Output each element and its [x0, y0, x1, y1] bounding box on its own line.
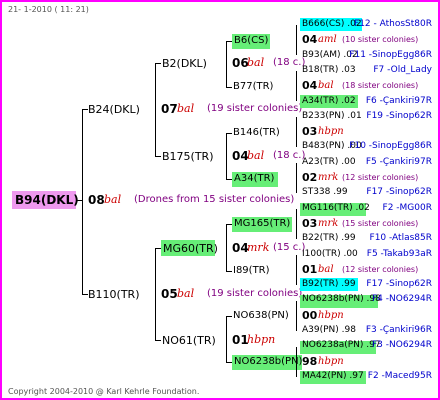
g2-d-code[interactable]: NO61(TR)	[162, 335, 216, 346]
g4-code-9[interactable]: A23(TR) .00	[302, 157, 356, 167]
g4-year-7: 03	[302, 125, 318, 139]
root-code[interactable]: B94(DKL)	[15, 194, 79, 206]
g1-top-code[interactable]: B24(DKL)	[88, 104, 140, 115]
g3-0-code[interactable]: B6(CS)	[234, 36, 268, 46]
g4-bal-10: mrk	[318, 172, 339, 183]
copyright-footer: Copyright 2004-2010 @ Karl Kehrle Founda…	[8, 387, 200, 396]
g3-4-code[interactable]: MG165(TR)	[234, 219, 290, 229]
g4-origin-18: F4 -NO6294R	[372, 294, 432, 305]
g3-7-code[interactable]: NO6238b(PN)	[234, 357, 302, 367]
g4-code-12[interactable]: MG116(TR) .02	[302, 203, 370, 213]
g3-3-code[interactable]: A34(TR)	[234, 174, 274, 184]
g4-origin-17: F17 -Sinop62R	[366, 279, 432, 290]
g4-code-20[interactable]: A39(PN) .98	[302, 326, 356, 335]
g4-year-13: 03	[302, 216, 318, 230]
g4-code-5[interactable]: A34(TR) .02	[302, 96, 356, 106]
g4-code-23[interactable]: MA42(PN) .97	[302, 371, 364, 381]
g2-a-note: (18 c.)	[273, 57, 306, 68]
g4-code-6[interactable]: B233(PN) .01	[302, 111, 362, 121]
pedigree-frame: 21- 1-2010 ( 11: 21) Copyright 2004-2010…	[0, 0, 440, 400]
g4-origin-14: F10 -Atlas85R	[369, 233, 432, 244]
g4-origin-15: F5 -Takab93aR	[366, 248, 432, 259]
g4-bal-19: hbpn	[318, 309, 344, 321]
g4-note-1: (10 sister colonies)	[342, 35, 419, 45]
g4-origin-23: F2 -Maced95R	[367, 370, 432, 381]
g4-code-11[interactable]: ST338 .99	[302, 188, 348, 197]
g2-c-code[interactable]: MG60(TR)	[163, 243, 218, 254]
g2-c-note: (15 c.)	[273, 242, 306, 253]
g4-origin-12: F2 -MG00R	[382, 202, 432, 213]
g3-2-code[interactable]: B146(TR)	[233, 128, 280, 138]
g4-origin-8: F10 -SinopEgg86R	[349, 141, 432, 152]
g4-code-18[interactable]: NO6238b(PN) .98	[302, 295, 381, 304]
g3-6-code[interactable]: NO638(PN)	[233, 311, 289, 321]
g4-bal-16: bal	[318, 263, 334, 275]
g2-a-bal: bal	[247, 56, 265, 69]
g1-top-bal: bal	[177, 102, 195, 115]
date-stamp: 21- 1-2010 ( 11: 21)	[8, 5, 89, 14]
g4-year-22: 98	[302, 354, 318, 368]
g4-year-16: 01	[302, 262, 318, 276]
g4-origin-2: F11 -SinopEgg86R	[349, 49, 432, 60]
g4-code-0[interactable]: B666(CS) .02	[302, 20, 362, 29]
g4-year-1: 04	[302, 33, 318, 47]
g4-origin-0: F12 - AthosSt80R	[354, 19, 432, 29]
g4-bal-1: aml	[318, 34, 337, 46]
g4-origin-21: F3 -NO6294R	[372, 340, 432, 351]
g4-code-14[interactable]: B22(TR) .99	[302, 234, 356, 243]
g1-top-note: (19 sister colonies)	[207, 103, 303, 114]
g4-year-10: 02	[302, 171, 318, 184]
g4-origin-6: F19 -Sinop62R	[366, 110, 432, 121]
g2-c-bal: mrk	[247, 241, 270, 254]
g1-bottom-code[interactable]: B110(TR)	[88, 289, 140, 300]
g1-bottom-year: 05	[161, 287, 178, 301]
g4-code-15[interactable]: I100(TR) .00	[302, 249, 358, 259]
g2-d-bal: hbpn	[247, 333, 276, 346]
g3-1-code[interactable]: B77(TR)	[233, 82, 273, 92]
g4-year-19: 00	[302, 308, 318, 322]
g2-b-code[interactable]: B175(TR)	[162, 151, 214, 162]
g2-a-code[interactable]: B2(DKL)	[162, 58, 207, 69]
g4-year-4: 04	[302, 79, 318, 93]
g4-note-16: (12 sister colonies)	[342, 264, 419, 274]
root-bal: bal	[104, 193, 122, 206]
g4-origin-11: F17 -Sinop62R	[366, 187, 432, 198]
g4-bal-7: hbpn	[318, 126, 344, 138]
g4-note-13: (15 sister colonies)	[342, 218, 419, 228]
g4-origin-3: F7 -Old_Lady	[373, 64, 432, 75]
g3-5-code[interactable]: I89(TR)	[233, 266, 270, 276]
g4-origin-20: F3 -Çankiri96R	[365, 325, 432, 335]
g4-origin-9: F5 -Çankiri97R	[365, 156, 432, 167]
g4-origin-5: F6 -Çankiri97R	[365, 95, 432, 106]
g4-code-17[interactable]: B92(TR) .99	[302, 280, 356, 289]
g4-note-4: (18 sister colonies)	[342, 81, 419, 91]
g1-top-year: 07	[161, 102, 178, 116]
root-year: 08	[88, 193, 105, 207]
g4-bal-4: bal	[318, 80, 334, 92]
root-note: (Drones from 15 sister colonies)	[134, 194, 295, 205]
g4-bal-13: mrk	[318, 217, 339, 229]
g1-bottom-bal: bal	[177, 287, 195, 300]
g4-bal-22: hbpn	[318, 355, 344, 367]
g4-code-21[interactable]: NO6238a(PN) .97	[302, 341, 381, 350]
g4-note-10: (12 sister colonies)	[342, 173, 419, 182]
g2-b-bal: bal	[247, 149, 265, 162]
g4-code-3[interactable]: B18(TR) .03	[302, 65, 356, 75]
g2-b-note: (18 c.)	[273, 150, 306, 161]
g1-bottom-note: (19 sister colonies)	[207, 288, 303, 299]
